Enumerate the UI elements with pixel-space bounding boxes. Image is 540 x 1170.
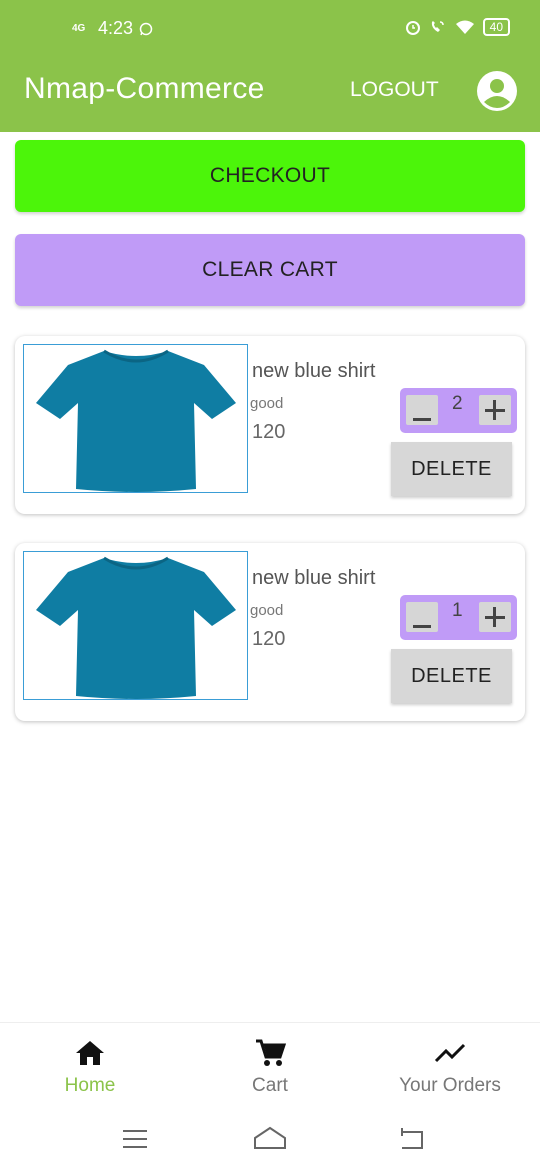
product-description: good bbox=[250, 395, 284, 412]
quantity-value: 2 bbox=[452, 393, 463, 414]
account-circle-icon[interactable] bbox=[476, 70, 518, 112]
delete-button[interactable]: DELETE bbox=[391, 649, 512, 703]
product-name: new blue shirt bbox=[252, 567, 376, 589]
tshirt-image bbox=[36, 556, 236, 699]
alarm-icon bbox=[405, 21, 420, 35]
back-icon[interactable] bbox=[394, 1124, 430, 1154]
quantity-value: 1 bbox=[452, 600, 463, 621]
status-right: 40 bbox=[405, 18, 510, 36]
network-indicator: 4G bbox=[72, 22, 86, 34]
clear-cart-button[interactable]: CLEAR CART bbox=[15, 234, 525, 306]
home-icon bbox=[76, 1041, 104, 1065]
increase-quantity-button[interactable] bbox=[479, 395, 511, 425]
home-button-icon[interactable] bbox=[252, 1124, 288, 1154]
increase-quantity-button[interactable] bbox=[479, 602, 511, 632]
system-navigation-bar bbox=[0, 1110, 540, 1170]
whatsapp-icon bbox=[139, 22, 153, 35]
logout-button[interactable]: LOGOUT bbox=[350, 78, 439, 102]
decrease-quantity-button[interactable] bbox=[406, 395, 438, 425]
bottom-navigation: Home Cart Your Orders bbox=[0, 1022, 540, 1110]
nav-item-cart[interactable]: Cart bbox=[180, 1023, 360, 1111]
checkout-button[interactable]: CHECKOUT bbox=[15, 140, 525, 212]
status-bar: 4G 4:23 40 bbox=[0, 0, 540, 58]
nav-item-your-orders[interactable]: Your Orders bbox=[360, 1023, 540, 1111]
battery-indicator: 40 bbox=[482, 18, 510, 36]
delete-button[interactable]: DELETE bbox=[391, 442, 512, 496]
nav-item-home[interactable]: Home bbox=[0, 1023, 180, 1111]
trending-up-icon bbox=[434, 1043, 466, 1063]
quantity-stepper: 2 bbox=[400, 388, 517, 433]
decrease-quantity-button[interactable] bbox=[406, 602, 438, 632]
wifi-call-icon bbox=[431, 21, 444, 32]
nav-label-your-orders: Your Orders bbox=[399, 1075, 501, 1096]
status-time: 4:23 bbox=[98, 18, 134, 38]
minus-icon bbox=[413, 625, 431, 628]
app-title: Nmap-Commerce bbox=[24, 72, 265, 105]
cart-item-card: new blue shirt good 120 1 DELETE bbox=[15, 543, 525, 721]
nav-label-cart: Cart bbox=[252, 1075, 288, 1096]
cart-item-card: new blue shirt good 120 2 DELETE bbox=[15, 336, 525, 514]
product-price: 120 bbox=[252, 628, 286, 650]
product-description: good bbox=[250, 602, 284, 619]
minus-icon bbox=[413, 418, 431, 421]
menu-icon[interactable] bbox=[117, 1124, 153, 1154]
wifi-icon bbox=[455, 20, 474, 34]
product-price: 120 bbox=[252, 421, 286, 443]
tshirt-image bbox=[36, 349, 236, 492]
quantity-stepper: 1 bbox=[400, 595, 517, 640]
product-name: new blue shirt bbox=[252, 360, 376, 382]
product-image bbox=[23, 551, 248, 700]
nav-label-home: Home bbox=[64, 1075, 116, 1096]
cart-icon bbox=[256, 1039, 286, 1066]
app-bar: 4G 4:23 40 Nmap-Commerce LOGOUT bbox=[0, 0, 540, 132]
plus-icon-vertical bbox=[493, 607, 496, 627]
product-image bbox=[23, 344, 248, 493]
plus-icon-vertical bbox=[493, 400, 496, 420]
status-left: 4G 4:23 bbox=[72, 18, 153, 39]
